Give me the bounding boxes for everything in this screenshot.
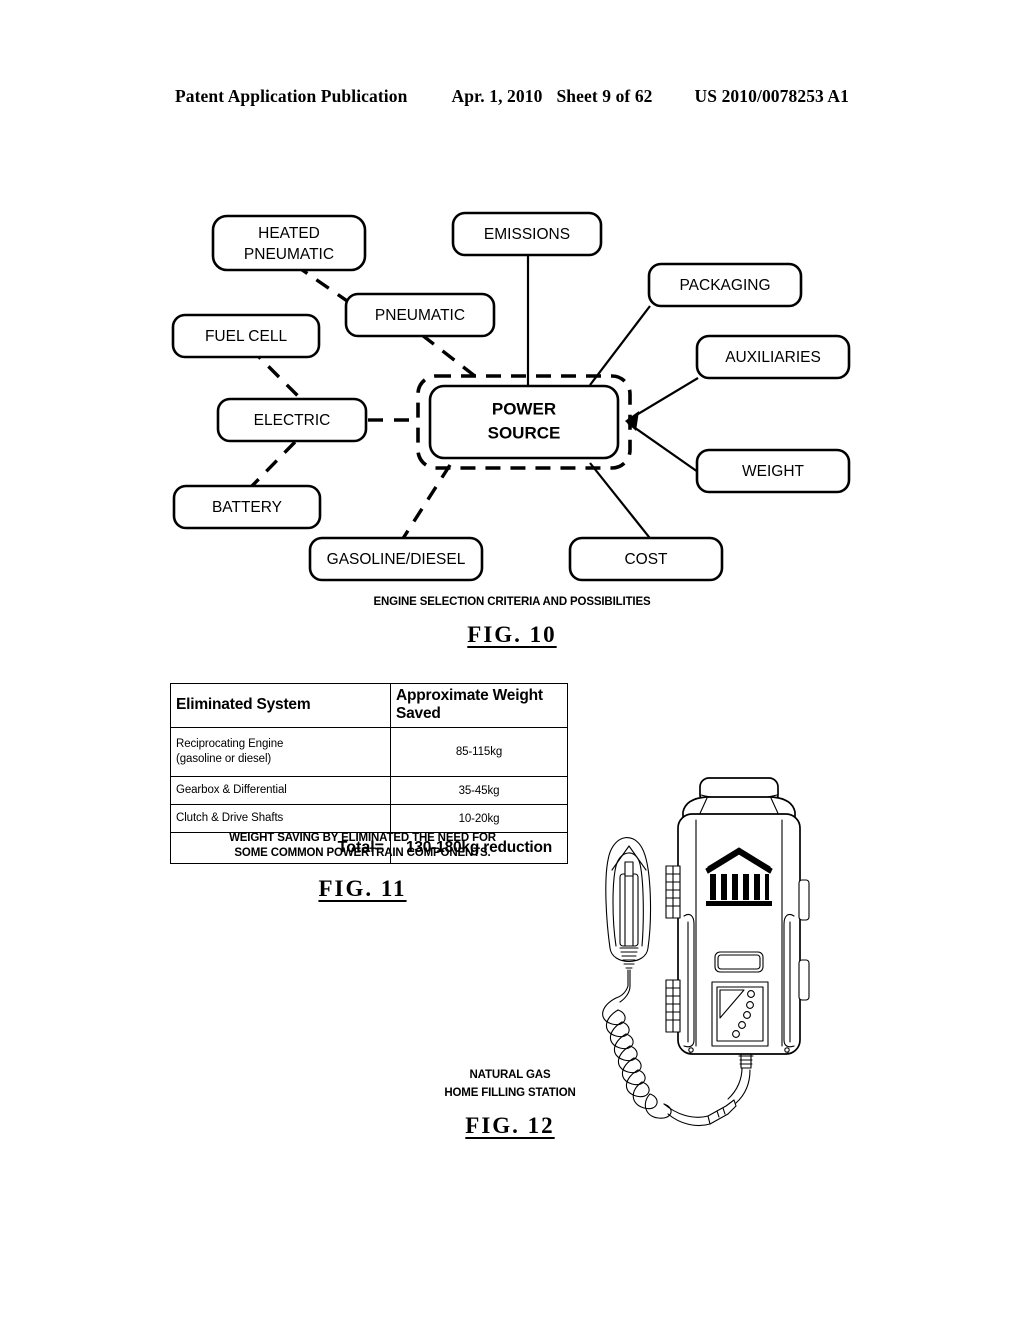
cell-system-gearbox-differential: Gearbox & Differential <box>170 776 391 805</box>
figure-10-subtitle: ENGINE SELECTION CRITERIA AND POSSIBILIT… <box>373 596 651 608</box>
table-row: Reciprocating Engine (gasoline or diesel… <box>170 727 568 777</box>
node-packaging-label: PACKAGING <box>679 277 770 294</box>
right-tab-lower <box>798 959 810 1001</box>
control-panel[interactable] <box>711 981 769 1047</box>
cell-weight-clutch-drive-shafts: 10-20kg <box>390 804 568 833</box>
power-source-label-line2: SOURCE <box>488 423 561 442</box>
led-1-icon <box>747 990 755 998</box>
figure-12-caption-line1: NATURAL GAS <box>469 1069 551 1081</box>
power-source-label-line1: POWER <box>492 399 556 418</box>
left-connector-block-upper <box>665 865 681 919</box>
edge-battery <box>248 440 297 490</box>
power-source-node[interactable] <box>428 384 620 460</box>
led-4-icon <box>738 1021 746 1029</box>
figure-11-label: FIG. 11 <box>318 876 407 901</box>
node-weight-label: WEIGHT <box>742 463 805 480</box>
cell-text-line2: (gasoline or diesel) <box>176 753 272 765</box>
node-electric-label: ELECTRIC <box>254 412 331 429</box>
cell-text-line1: Reciprocating Engine <box>176 738 284 750</box>
figure-11-subtitle-line1: WEIGHT SAVING BY ELIMINATED THE NEED FOR <box>229 832 496 844</box>
publication-date: Apr. 1, 2010 <box>451 86 543 106</box>
figure-12-drawing <box>560 770 860 1220</box>
nozzle-assembly <box>605 837 652 1003</box>
page-header: Patent Application Publication Apr. 1, 2… <box>0 86 1024 112</box>
figure-10-diagram: POWER SOURCE HEATED PNEUMATIC PNEUMATIC … <box>150 180 880 600</box>
foot-right-icon <box>784 1047 790 1053</box>
node-heated-pneumatic-label-line2: PNEUMATIC <box>244 246 334 263</box>
column-header-approximate-weight: Approximate Weight Saved <box>390 683 568 728</box>
led-5-icon <box>732 1030 740 1038</box>
sheet-number: Sheet 9 of 62 <box>556 86 653 106</box>
node-emissions-label: EMISSIONS <box>484 226 570 243</box>
table-header-row: Eliminated System Approximate Weight Sav… <box>170 683 568 728</box>
foot-left-icon <box>688 1047 694 1053</box>
cell-weight-reciprocating-engine: 85-115kg <box>390 727 568 777</box>
table-row: Clutch & Drive Shafts 10-20kg <box>170 804 568 833</box>
led-3-icon <box>743 1011 751 1019</box>
cell-system-clutch-drive-shafts: Clutch & Drive Shafts <box>170 804 391 833</box>
node-cost-label: COST <box>624 551 668 568</box>
node-gasoline-diesel-label: GASOLINE/DIESEL <box>327 551 466 568</box>
led-2-icon <box>746 1001 754 1009</box>
right-tab-upper <box>798 879 810 921</box>
edge-cost <box>589 462 654 543</box>
document-number: US 2010/0078253 A1 <box>694 86 849 106</box>
node-heated-pneumatic-label-line1: HEATED <box>258 225 320 242</box>
node-pneumatic-label: PNEUMATIC <box>375 307 465 324</box>
column-header-eliminated-system: Eliminated System <box>170 683 391 728</box>
figure-12-label: FIG. 12 <box>465 1113 555 1138</box>
display-window-inner <box>717 954 761 970</box>
edge-pneumatic <box>420 333 482 382</box>
left-connector-block-lower <box>665 979 681 1033</box>
table-row: Gearbox & Differential 35-45kg <box>170 776 568 805</box>
publication-label: Patent Application Publication <box>174 86 408 106</box>
figure-10-label: FIG. 10 <box>467 622 557 647</box>
node-battery-label: BATTERY <box>212 499 282 516</box>
node-fuel-cell-label: FUEL CELL <box>205 328 288 345</box>
edge-gasoline-diesel <box>400 464 452 541</box>
cell-weight-gearbox-differential: 35-45kg <box>390 776 568 805</box>
edge-weight <box>627 422 699 473</box>
filling-station-unit <box>665 777 810 1055</box>
cell-system-reciprocating-engine: Reciprocating Engine (gasoline or diesel… <box>170 727 391 777</box>
figure-12-caption-line2: HOME FILLING STATION <box>444 1087 576 1099</box>
edge-packaging <box>589 305 651 386</box>
node-auxiliaries-label: AUXILIARIES <box>725 349 821 366</box>
figure-11-subtitle-line2: SOME COMMON POWERTRAIN COMPONENTS. <box>234 847 491 859</box>
